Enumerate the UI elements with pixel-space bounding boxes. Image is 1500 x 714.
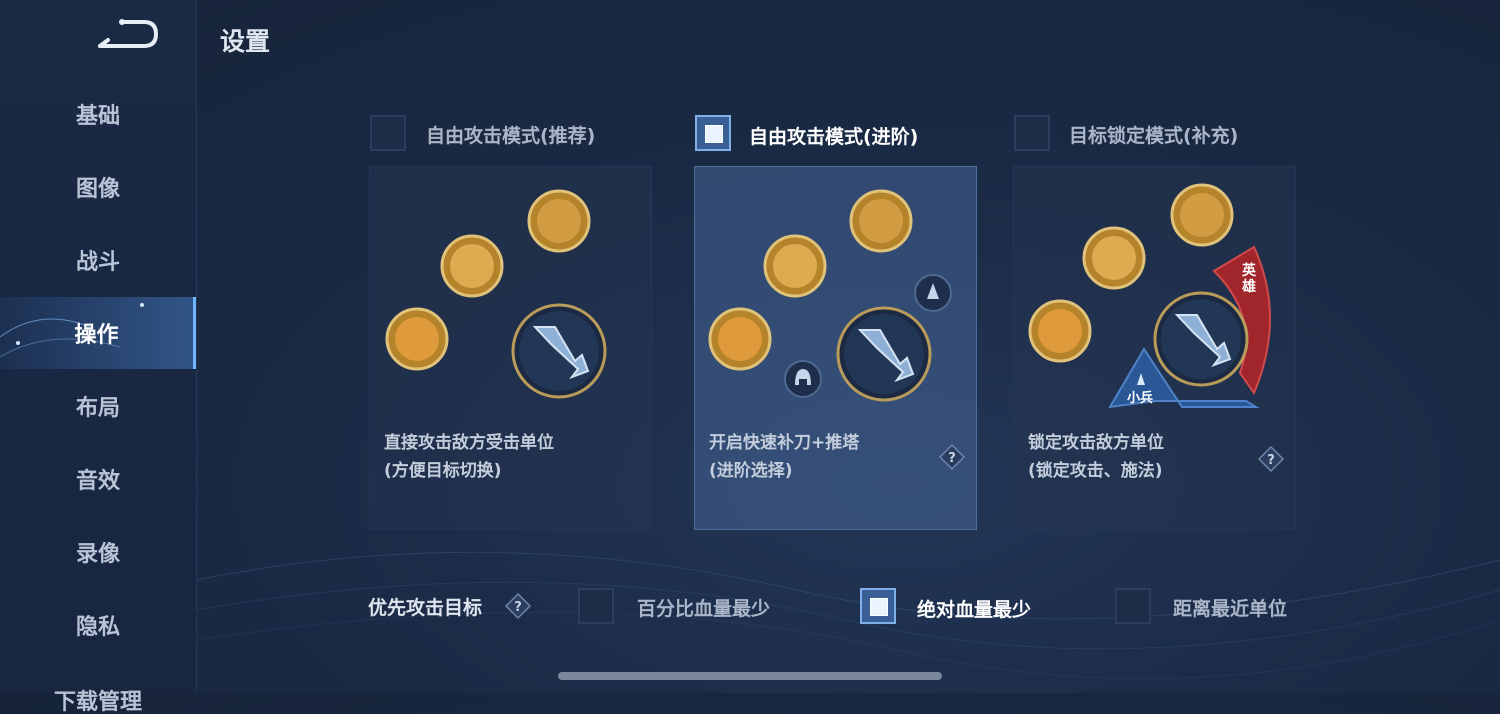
back-button[interactable] xyxy=(94,18,160,56)
sword-icon xyxy=(511,303,607,399)
sidebar-item-label: 操作 xyxy=(74,323,119,348)
priority-nearest-label[interactable]: 距离最近单位 xyxy=(1173,594,1287,621)
sidebar-item-label: 音效 xyxy=(75,469,120,494)
priority-nearest-checkbox[interactable] xyxy=(1115,588,1151,624)
sidebar: 基础 图像 战斗 操作 布局 音效 录像 隐私 下载管理 xyxy=(0,0,197,714)
mode-advanced-label[interactable]: 自由攻击模式(进阶) xyxy=(749,122,918,149)
skill-icon xyxy=(708,307,772,371)
priority-lowest-percent-checkbox[interactable] xyxy=(578,588,614,624)
back-arrow-icon xyxy=(98,19,159,48)
skill-icon xyxy=(385,307,449,371)
mode-description-line: 直接攻击敌方受击单位 xyxy=(384,433,554,453)
helmet-icon xyxy=(784,360,822,398)
question-diamond-icon[interactable]: ? xyxy=(1257,445,1285,473)
skill-icon xyxy=(763,234,827,298)
home-indicator[interactable] xyxy=(558,672,942,680)
sidebar-item-privacy[interactable]: 隐私 xyxy=(0,589,196,661)
svg-text:?: ? xyxy=(948,451,956,466)
sidebar-item-basic[interactable]: 基础 xyxy=(0,78,196,150)
mode-advanced-checkbox[interactable] xyxy=(695,115,731,151)
sidebar-item-replay[interactable]: 录像 xyxy=(0,516,196,588)
sidebar-item-label: 录像 xyxy=(75,542,120,567)
sword-icon xyxy=(1153,291,1249,387)
priority-lowest-percent-label[interactable]: 百分比血量最少 xyxy=(637,594,770,621)
tower-icon xyxy=(914,274,952,312)
mode-recommended-checkbox[interactable] xyxy=(370,115,406,151)
skill-icon xyxy=(1170,183,1234,247)
mode-description: 锁定攻击敌方单位 (锁定攻击、施法) xyxy=(1028,429,1164,485)
mode-description-line: (方便目标切换) xyxy=(384,461,502,481)
skill-icon xyxy=(849,189,913,253)
mode-description-line: (进阶选择) xyxy=(709,461,793,481)
hero-tag-text: 英 xyxy=(1242,263,1256,279)
priority-target-label: 优先攻击目标 xyxy=(368,597,483,619)
priority-lowest-absolute-checkbox[interactable] xyxy=(860,588,896,624)
sidebar-item-label: 布局 xyxy=(75,396,120,421)
sidebar-item-combat[interactable]: 战斗 xyxy=(0,224,196,296)
mode-description: 直接攻击敌方受击单位 (方便目标切换) xyxy=(384,429,554,485)
skill-icon xyxy=(440,234,504,298)
mode-preview-art xyxy=(385,189,607,399)
page-title: 设置 xyxy=(220,27,271,56)
mode-target-lock-checkbox[interactable] xyxy=(1014,115,1050,151)
sidebar-item-controls[interactable]: 操作 xyxy=(0,297,196,369)
skill-icon xyxy=(1028,299,1092,363)
sidebar-item-label: 战斗 xyxy=(75,250,120,275)
sidebar-item-label: 隐私 xyxy=(75,615,120,640)
mode-target-lock-card[interactable]: 英 雄 小兵 锁定攻击敌方单位 (锁定攻击、施法) ? xyxy=(1013,166,1296,530)
sword-icon xyxy=(836,306,932,402)
hero-tag-label: 英 雄 xyxy=(1242,263,1256,295)
priority-lowest-absolute-label[interactable]: 绝对血量最少 xyxy=(917,595,1031,622)
sidebar-item-downloads[interactable]: 下载管理 xyxy=(0,684,196,714)
sidebar-item-audio[interactable]: 音效 xyxy=(0,443,196,515)
skill-icon xyxy=(527,189,591,253)
mode-preview-art xyxy=(708,189,952,402)
mode-recommended-card[interactable]: 直接攻击敌方受击单位 (方便目标切换) xyxy=(369,166,652,530)
skill-icon xyxy=(1082,226,1146,290)
mode-target-lock-label[interactable]: 目标锁定模式(补充) xyxy=(1069,121,1238,148)
svg-text:?: ? xyxy=(1267,453,1275,468)
sidebar-item-label: 基础 xyxy=(75,104,120,129)
hero-tag-text: 雄 xyxy=(1242,279,1256,295)
sidebar-item-layout[interactable]: 布局 xyxy=(0,370,196,442)
sidebar-item-label: 图像 xyxy=(75,177,120,202)
minion-tag-label: 小兵 xyxy=(1127,391,1154,406)
question-diamond-icon[interactable]: ? xyxy=(938,443,966,471)
sidebar-item-graphics[interactable]: 图像 xyxy=(0,151,196,223)
question-diamond-icon[interactable]: ? xyxy=(504,592,532,620)
mode-recommended-label[interactable]: 自由攻击模式(推荐) xyxy=(426,121,595,148)
svg-text:?: ? xyxy=(514,600,522,615)
mode-description-line: 锁定攻击敌方单位 xyxy=(1028,433,1164,453)
mode-advanced-card[interactable]: 开启快速补刀+推塔 (进阶选择) ? xyxy=(694,166,977,530)
mode-description-line: (锁定攻击、施法) xyxy=(1028,461,1163,481)
mode-description: 开启快速补刀+推塔 (进阶选择) xyxy=(709,429,859,485)
sidebar-item-label: 下载管理 xyxy=(53,690,142,714)
mode-description-line: 开启快速补刀+推塔 xyxy=(709,433,860,453)
